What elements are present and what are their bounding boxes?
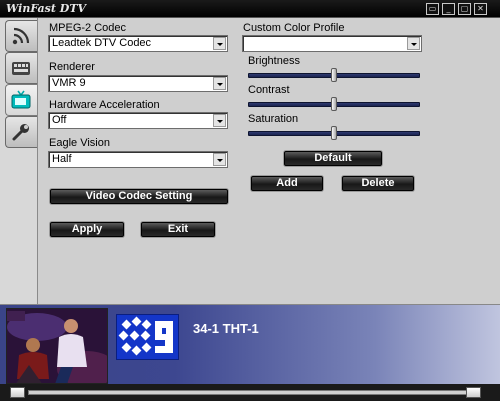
close-button[interactable]: ✕ (474, 3, 487, 15)
slider-thumb[interactable] (331, 126, 337, 140)
eagle-vision-label: Eagle Vision (49, 137, 110, 149)
tab-tv-settings[interactable] (5, 84, 37, 116)
renderer-value: VMR 9 (52, 77, 86, 89)
delete-button[interactable]: Delete (342, 176, 414, 191)
restore-button[interactable]: ▢ (458, 3, 471, 15)
title-bar[interactable]: WinFast DTV ▭ _ ▢ ✕ (0, 0, 500, 18)
brightness-slider[interactable] (248, 68, 420, 82)
apply-button[interactable]: Apply (50, 222, 124, 237)
chevron-down-icon[interactable] (213, 114, 226, 127)
video-preview-thumbnail[interactable] (6, 308, 108, 384)
channel-nine-logo (116, 314, 179, 360)
channel-name: 34-1 THT-1 (193, 321, 259, 336)
slider-thumb[interactable] (331, 68, 337, 82)
side-tab-rail (0, 18, 38, 304)
add-button[interactable]: Add (251, 176, 323, 191)
keyboard-icon (12, 62, 30, 75)
saturation-slider[interactable] (248, 126, 420, 140)
hardware-acceleration-value: Off (52, 114, 67, 126)
tv-icon (11, 90, 31, 109)
mpeg2-codec-label: MPEG-2 Codec (49, 22, 127, 34)
window-title: WinFast DTV (6, 2, 87, 15)
contrast-label: Contrast (248, 84, 290, 96)
default-button[interactable]: Default (284, 151, 382, 166)
renderer-select[interactable]: VMR 9 (48, 75, 228, 92)
hardware-acceleration-select[interactable]: Off (48, 112, 228, 129)
tab-tools[interactable] (5, 116, 37, 148)
custom-color-profile-select[interactable] (242, 35, 422, 52)
fullscreen-button[interactable]: ▭ (426, 3, 439, 15)
mpeg2-codec-select[interactable]: Leadtek DTV Codec (48, 35, 228, 52)
video-frame-image (7, 309, 107, 383)
chevron-down-icon[interactable] (213, 37, 226, 50)
scroll-thumb-left[interactable] (10, 387, 25, 398)
contrast-slider[interactable] (248, 97, 420, 111)
custom-color-profile-label: Custom Color Profile (243, 22, 345, 34)
tab-signal[interactable] (5, 20, 37, 52)
renderer-label: Renderer (49, 61, 95, 73)
chevron-down-icon[interactable] (213, 77, 226, 90)
scroll-track[interactable] (28, 390, 468, 395)
exit-button[interactable]: Exit (141, 222, 215, 237)
tv-settings-panel: MPEG-2 Codec Leadtek DTV Codec Renderer … (38, 18, 500, 304)
tab-remote[interactable] (5, 52, 37, 84)
chevron-down-icon[interactable] (407, 37, 420, 50)
slider-thumb[interactable] (331, 97, 337, 111)
channel-banner: 34-1 THT-1 (0, 304, 500, 384)
brightness-label: Brightness (248, 55, 300, 67)
chevron-down-icon[interactable] (213, 153, 226, 166)
hardware-acceleration-label: Hardware Acceleration (49, 99, 160, 111)
broadcast-icon (12, 27, 30, 45)
saturation-label: Saturation (248, 113, 299, 125)
nine-network-icon (118, 316, 173, 356)
eagle-vision-select[interactable]: Half (48, 151, 228, 168)
minimize-button[interactable]: _ (442, 3, 455, 15)
wrench-icon (12, 124, 29, 141)
video-codec-setting-button[interactable]: Video Codec Setting (50, 189, 228, 204)
mpeg2-codec-value: Leadtek DTV Codec (52, 37, 152, 49)
timeshift-scrollbar[interactable] (0, 384, 500, 401)
winfast-dtv-window: WinFast DTV ▭ _ ▢ ✕ MPEG-2 Codec Leadtek… (0, 0, 500, 401)
eagle-vision-value: Half (52, 153, 72, 165)
scroll-thumb-right[interactable] (466, 387, 481, 398)
